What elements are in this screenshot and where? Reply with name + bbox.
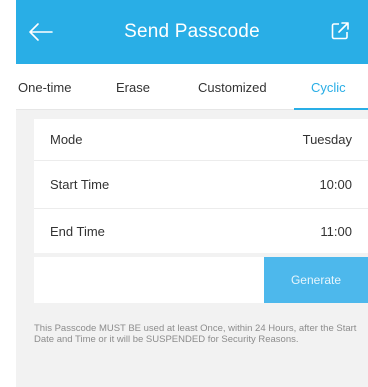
- cyclic-settings-list: Mode Tuesday Start Time 10:00 End Time 1…: [34, 119, 368, 253]
- mode-row[interactable]: Mode Tuesday: [34, 119, 368, 161]
- header-bar: Send Passcode: [16, 0, 368, 64]
- generate-area: Generate: [34, 257, 368, 303]
- share-icon[interactable]: [330, 21, 350, 41]
- start-time-value[interactable]: 10:00: [319, 177, 352, 192]
- end-time-row[interactable]: End Time 11:00: [34, 209, 368, 253]
- app-screen: Send Passcode One-time Erase Customized …: [16, 0, 368, 387]
- end-time-label: End Time: [50, 223, 105, 239]
- mode-label: Mode: [50, 132, 83, 147]
- tab-cyclic[interactable]: Cyclic: [311, 80, 346, 95]
- start-time-row[interactable]: Start Time 10:00: [34, 161, 368, 209]
- generate-button[interactable]: Generate: [264, 257, 368, 303]
- arrow-left-icon[interactable]: [28, 22, 54, 42]
- active-tab-indicator: [294, 108, 368, 110]
- tab-erase[interactable]: Erase: [116, 80, 150, 95]
- passcode-type-tabs: One-time Erase Customized Cyclic: [16, 64, 368, 110]
- tab-one-time[interactable]: One-time: [18, 80, 71, 95]
- mode-value[interactable]: Tuesday: [303, 132, 352, 147]
- passcode-notice: This Passcode MUST BE used at least Once…: [34, 323, 357, 345]
- end-time-value[interactable]: 11:00: [320, 224, 352, 239]
- page-title: Send Passcode: [124, 21, 260, 42]
- tab-customized[interactable]: Customized: [198, 80, 267, 95]
- start-time-label: Start Time: [50, 177, 110, 192]
